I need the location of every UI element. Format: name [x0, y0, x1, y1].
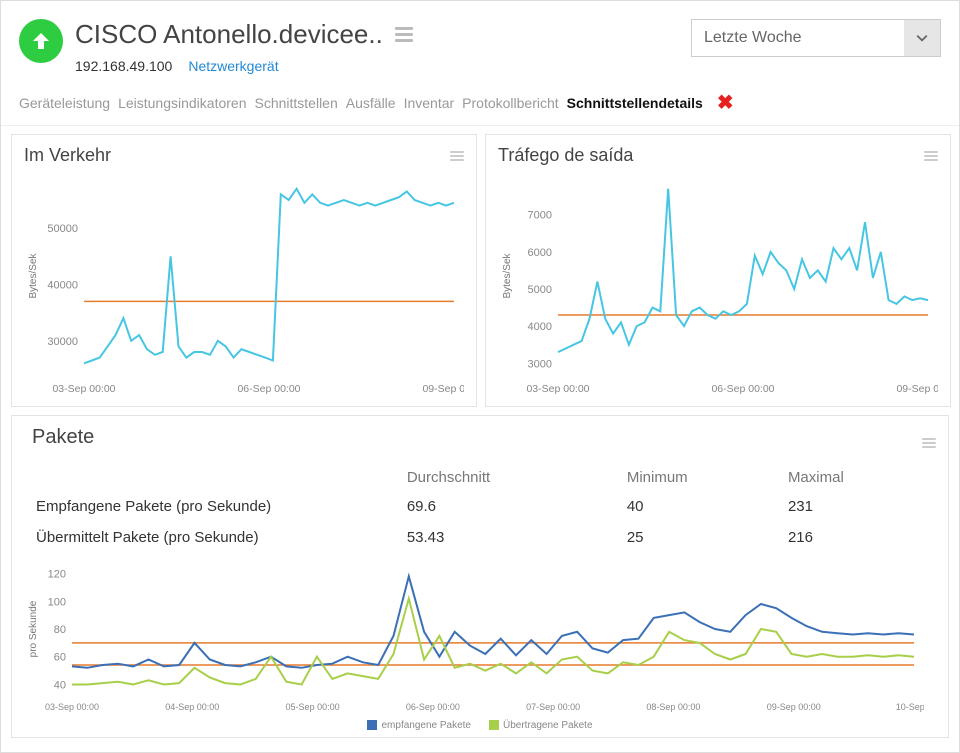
- time-range-value: Letzte Woche: [692, 20, 904, 56]
- svg-text:30000: 30000: [47, 336, 78, 348]
- svg-text:08-Sep 00:00: 08-Sep 00:00: [646, 702, 700, 712]
- device-type-link[interactable]: Netzwerkgerät: [188, 58, 278, 74]
- legend-transmitted: Übertragene Pakete: [503, 720, 593, 731]
- svg-text:3000: 3000: [528, 358, 552, 370]
- svg-text:80: 80: [54, 624, 66, 636]
- svg-text:03-Sep 00:00: 03-Sep 00:00: [526, 383, 589, 395]
- svg-text:09-Sep 00:00: 09-Sep 00:00: [422, 383, 464, 395]
- svg-text:09-Sep 00:00: 09-Sep 00:00: [767, 702, 821, 712]
- card-menu-icon[interactable]: [924, 149, 938, 163]
- chart-title: Im Verkehr: [24, 145, 111, 166]
- svg-text:03-Sep 00:00: 03-Sep 00:00: [52, 383, 115, 395]
- svg-text:100: 100: [48, 596, 66, 608]
- svg-text:06-Sep 00:00: 06-Sep 00:00: [237, 383, 300, 395]
- packets-card: Pakete Durchschnitt Minimum Maximal Empf…: [11, 415, 949, 738]
- legend-received: empfangene Pakete: [381, 720, 471, 731]
- out-traffic-chart: 3000 4000 5000 6000 7000 03-Sep 00:00 06-Sep 0…: [498, 170, 938, 400]
- tab-inventar[interactable]: Inventar: [404, 95, 455, 111]
- svg-text:10-Sep ..: 10-Sep ..: [896, 702, 924, 712]
- tab-protokollbericht[interactable]: Protokollbericht: [462, 95, 559, 111]
- table-row: Übermittelt Pakete (pro Sekunde) 53.43 2…: [26, 523, 934, 552]
- status-up-icon: [19, 19, 63, 63]
- cell-max: 216: [788, 523, 934, 552]
- dropdown-chevron-icon[interactable]: [904, 20, 940, 56]
- tab-schnittstellendetails[interactable]: Schnittstellendetails: [567, 95, 703, 111]
- svg-text:40: 40: [54, 679, 66, 691]
- cell-avg: 53.43: [407, 523, 625, 552]
- svg-text:03-Sep 00:00: 03-Sep 00:00: [45, 702, 99, 712]
- svg-text:50000: 50000: [47, 223, 78, 235]
- svg-text:5000: 5000: [528, 284, 552, 296]
- svg-text:09-Sep 00:00: 09-Sep 00:00: [896, 383, 938, 395]
- close-tab-icon[interactable]: ✖: [717, 90, 734, 115]
- time-range-select[interactable]: Letzte Woche: [691, 19, 941, 57]
- device-ip: 192.168.49.100: [75, 58, 172, 74]
- table-header: Minimum: [627, 465, 786, 490]
- svg-text:6000: 6000: [528, 247, 552, 259]
- svg-text:05-Sep 00:00: 05-Sep 00:00: [286, 702, 340, 712]
- chart-card-out-traffic: Tráfego de saída 3000 4000 5000 6000 7000 03-…: [485, 134, 951, 407]
- tab-ausfälle[interactable]: Ausfälle: [346, 95, 396, 111]
- svg-text:40000: 40000: [47, 279, 78, 291]
- chart-card-in-traffic: Im Verkehr 30000 40000 50000 03-Sep 00:00 06…: [11, 134, 477, 407]
- cell-max: 231: [788, 492, 934, 521]
- card-menu-icon[interactable]: [922, 436, 936, 450]
- svg-text:120: 120: [48, 569, 66, 581]
- row-label: Übermittelt Pakete (pro Sekunde): [26, 523, 405, 552]
- chart-legend: empfangene Pakete Übertragene Pakete: [24, 720, 936, 731]
- device-menu-icon[interactable]: [395, 24, 413, 45]
- svg-text:07-Sep 00:00: 07-Sep 00:00: [526, 702, 580, 712]
- cell-min: 25: [627, 523, 786, 552]
- card-menu-icon[interactable]: [450, 149, 464, 163]
- cell-avg: 69.6: [407, 492, 625, 521]
- table-row: Empfangene Pakete (pro Sekunde) 69.6 40 …: [26, 492, 934, 521]
- svg-text:04-Sep 00:00: 04-Sep 00:00: [165, 702, 219, 712]
- cell-min: 40: [627, 492, 786, 521]
- tab-leistungsindikatoren[interactable]: Leistungsindikatoren: [118, 95, 246, 111]
- svg-text:pro Sekunde: pro Sekunde: [28, 600, 39, 657]
- svg-text:06-Sep 00:00: 06-Sep 00:00: [406, 702, 460, 712]
- table-header: [26, 465, 405, 490]
- svg-text:Bytes/Sek: Bytes/Sek: [502, 252, 513, 298]
- chart-title: Tráfego de saída: [498, 145, 633, 166]
- row-label: Empfangene Pakete (pro Sekunde): [26, 492, 405, 521]
- table-header: Maximal: [788, 465, 934, 490]
- svg-text:06-Sep 00:00: 06-Sep 00:00: [711, 383, 774, 395]
- packets-table: Durchschnitt Minimum Maximal Empfangene …: [24, 463, 936, 554]
- device-title: CISCO Antonello.devicee..: [75, 19, 383, 50]
- tab-schnittstellen[interactable]: Schnittstellen: [254, 95, 337, 111]
- packets-chart: 40 60 80 100 120 03-Sep 00:00 04-Sep 00:00 05-S…: [24, 558, 924, 718]
- svg-text:60: 60: [54, 652, 66, 664]
- tabs-bar: Geräteleistung Leistungsindikatoren Schnit…: [1, 82, 959, 126]
- packets-title: Pakete: [32, 426, 94, 449]
- table-header: Durchschnitt: [407, 465, 625, 490]
- svg-text:Bytes/Sek: Bytes/Sek: [28, 252, 39, 298]
- in-traffic-chart: 30000 40000 50000 03-Sep 00:00 06-Sep 00:00 0…: [24, 170, 464, 400]
- svg-text:4000: 4000: [528, 321, 552, 333]
- tab-geräteleistung[interactable]: Geräteleistung: [19, 95, 110, 111]
- svg-text:7000: 7000: [528, 210, 552, 222]
